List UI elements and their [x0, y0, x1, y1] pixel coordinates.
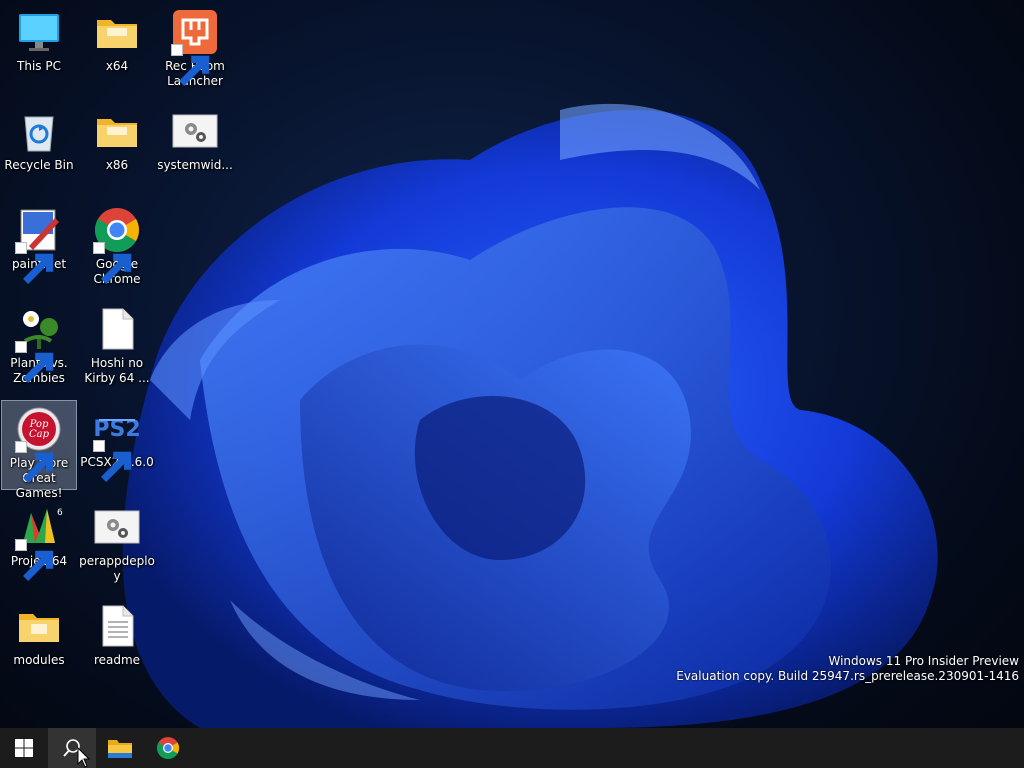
svg-text:64: 64 — [57, 508, 63, 518]
desktop-icon-systemwid[interactable]: systemwid... — [157, 103, 233, 193]
shortcut-arrow-icon — [93, 440, 132, 482]
desktop-icon-label: Recycle Bin — [4, 158, 74, 172]
popcap-icon: Pop Cap — [15, 405, 63, 483]
file-explorer-icon — [108, 740, 132, 758]
plants-vs-zombies-icon — [15, 305, 63, 383]
desktop-icon-paint-net[interactable]: paint.net — [1, 202, 77, 292]
desktop-icon-this-pc[interactable]: This PC — [1, 4, 77, 94]
desktop-icon-recycle-bin[interactable]: Recycle Bin — [1, 103, 77, 193]
desktop-icon-play-more-great-games[interactable]: Pop Cap Play More Great Games! — [1, 400, 77, 500]
desktop[interactable]: This PC Recycle Bin paint.net Plants vs.… — [0, 0, 1024, 728]
desktop-icon-label: systemwid... — [157, 158, 233, 172]
desktop-icon-readme[interactable]: readme — [79, 598, 155, 688]
desktop-icon-perappdeploy[interactable]: perappdeploy — [79, 499, 155, 589]
paint-net-icon — [15, 206, 63, 284]
blank-file-icon — [93, 305, 141, 353]
shortcut-arrow-icon — [15, 341, 54, 383]
desktop-icon-label: x86 — [105, 158, 129, 172]
watermark-edition: Windows 11 Pro Insider Preview — [828, 654, 1019, 668]
svg-text:Cap: Cap — [29, 429, 50, 440]
desktop-icon-google-chrome[interactable]: Google Chrome — [79, 202, 155, 292]
folder-icon — [15, 602, 63, 650]
start-button[interactable] — [0, 728, 48, 768]
recycle-bin-icon — [15, 107, 63, 155]
folder-icon — [93, 8, 141, 56]
watermark-build: Evaluation copy. Build 25947.rs_prerelea… — [676, 669, 1019, 683]
shortcut-arrow-icon — [15, 441, 54, 483]
desktop-icon-x86[interactable]: x86 — [79, 103, 155, 193]
rec-room-icon — [171, 8, 219, 86]
desktop-icon-hoshi-no-kirby[interactable]: Hoshi no Kirby 64 ... — [79, 301, 155, 391]
desktop-icon-label: readme — [93, 653, 141, 667]
computer-icon — [15, 8, 63, 56]
shortcut-arrow-icon — [93, 242, 132, 284]
desktop-icon-modules[interactable]: modules — [1, 598, 77, 688]
desktop-icon-label: Hoshi no Kirby 64 ... — [84, 356, 150, 385]
text-file-icon — [93, 602, 141, 650]
desktop-icon-label: modules — [13, 653, 65, 667]
shortcut-arrow-icon — [15, 242, 54, 284]
chrome-icon — [157, 737, 179, 759]
desktop-icon-rec-room-launcher[interactable]: Rec Room Launcher — [157, 4, 233, 94]
taskbar — [0, 728, 1024, 768]
chrome-taskbar-button[interactable] — [144, 728, 192, 768]
settings-file-icon — [171, 107, 219, 155]
desktop-icon-x64[interactable]: x64 — [79, 4, 155, 94]
shortcut-arrow-icon — [15, 539, 54, 581]
desktop-icon-plants-vs-zombies[interactable]: Plants vs. Zombies — [1, 301, 77, 391]
desktop-icon-pcsx2[interactable]: PS2 PCSX2 1.6.0 — [79, 400, 155, 490]
folder-icon — [93, 107, 141, 155]
file-explorer-button[interactable] — [96, 728, 144, 768]
windows-watermark: Windows 11 Pro Insider Preview Evaluatio… — [676, 654, 1019, 684]
project64-icon: 64 — [15, 503, 63, 581]
settings-file-icon — [93, 503, 141, 551]
shortcut-arrow-icon — [171, 44, 210, 86]
windows-start-icon — [15, 739, 33, 757]
pcsx2-icon: PS2 — [93, 404, 141, 482]
desktop-icon-project64[interactable]: 64 Project64 — [1, 499, 77, 589]
desktop-icon-label: This PC — [17, 59, 61, 73]
desktop-icon-label: x64 — [105, 59, 129, 73]
desktop-icon-label: perappdeploy — [79, 554, 155, 583]
mouse-cursor-icon — [77, 747, 91, 768]
chrome-icon — [93, 206, 141, 284]
